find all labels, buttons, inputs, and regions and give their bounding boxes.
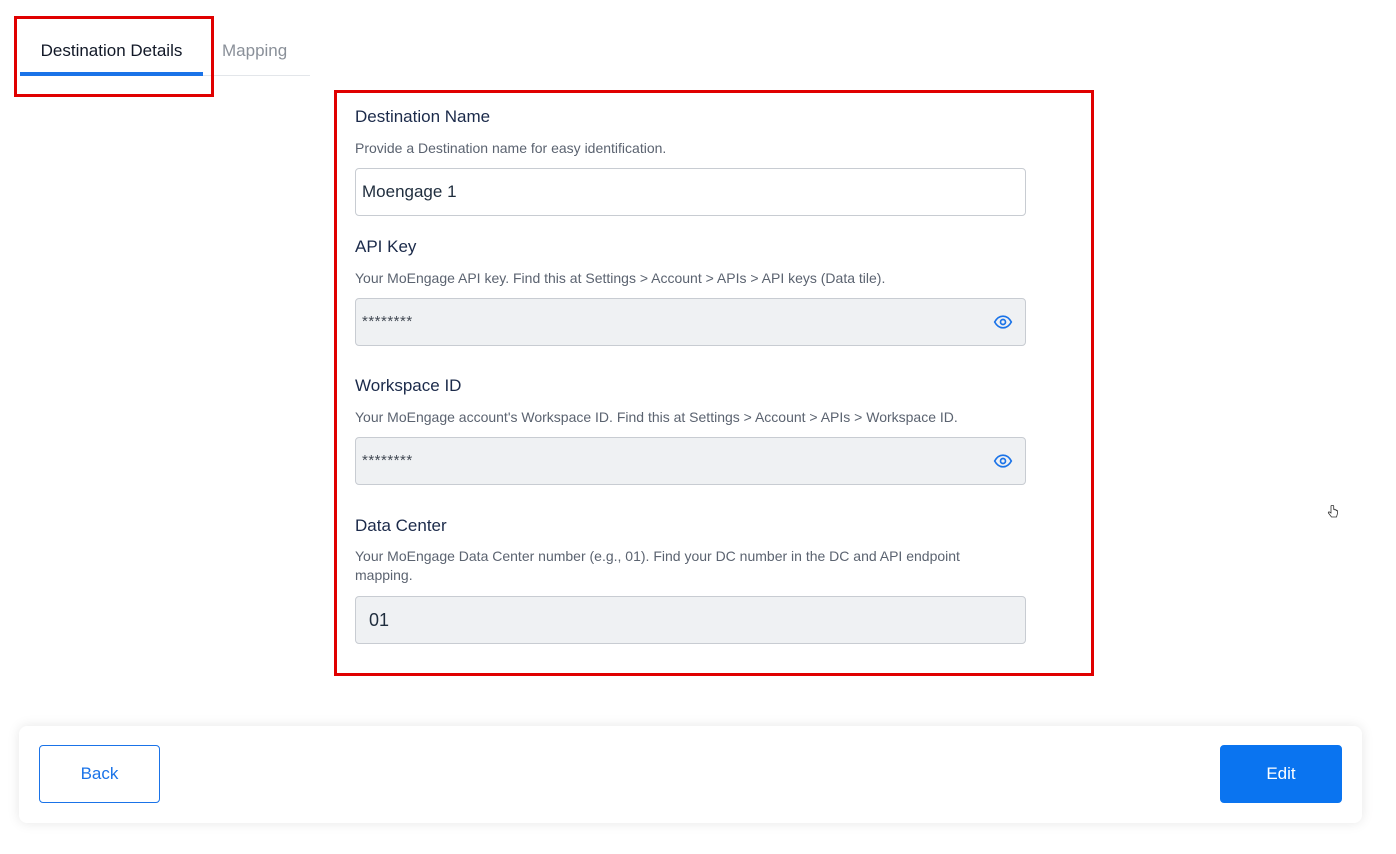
eye-icon[interactable] [993,451,1013,471]
api-key-value: ******** [362,313,413,330]
api-key-help: Your MoEngage API key. Find this at Sett… [355,270,886,286]
destination-name-label: Destination Name [355,107,491,126]
tab-bar: Destination Details Mapping [20,28,310,76]
edit-button[interactable]: Edit [1220,745,1342,803]
back-button[interactable]: Back [39,745,160,803]
api-key-label: API Key [355,237,417,256]
footer-bar: Back Edit [19,726,1362,823]
data-center-label: Data Center [355,516,447,535]
workspace-id-value: ******** [362,452,413,469]
hand-cursor-icon [1327,505,1338,518]
data-center-input[interactable]: 01 [355,596,1026,644]
destination-details-page: Destination Details Mapping Destination … [0,0,1396,854]
data-center-help: Your MoEngage Data Center number (e.g., … [355,548,960,583]
tab-destination-details[interactable]: Destination Details [20,28,203,76]
destination-name-input[interactable]: Moengage 1 [355,168,1026,216]
tab-mapping[interactable]: Mapping [222,28,287,76]
workspace-id-label: Workspace ID [355,376,462,395]
workspace-id-help: Your MoEngage account's Workspace ID. Fi… [355,409,958,425]
api-key-input[interactable]: ******** [355,298,1026,346]
workspace-id-input[interactable]: ******** [355,437,1026,485]
data-center-value: 01 [369,610,390,630]
eye-icon[interactable] [993,312,1013,332]
destination-name-help: Provide a Destination name for easy iden… [355,140,667,156]
destination-name-value: Moengage 1 [362,182,457,201]
